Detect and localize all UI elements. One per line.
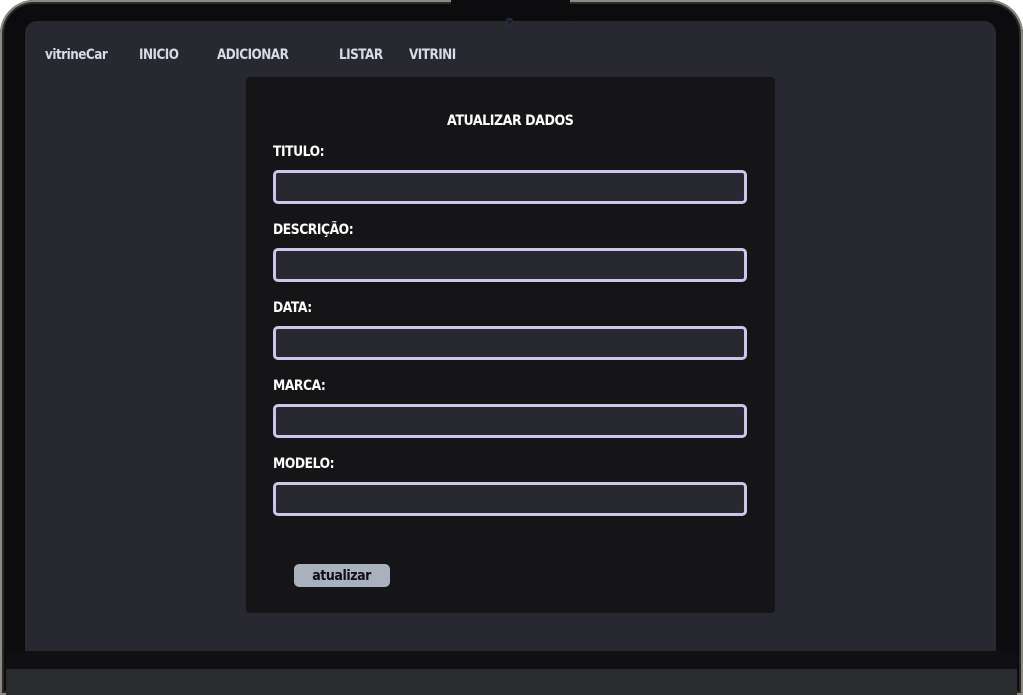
top-navbar: vitrineCar INICIO ADICIONAR LISTAR VITRI…	[25, 47, 625, 67]
descricao-input[interactable]	[273, 248, 747, 282]
update-form-card: ATUALIZAR DADOS TITULO: DESCRIÇÃO: DATA:…	[246, 77, 775, 613]
titulo-input[interactable]	[273, 170, 747, 204]
marca-input[interactable]	[273, 404, 747, 438]
nav-link-listar[interactable]: LISTAR	[339, 47, 383, 63]
nav-link-adicionar[interactable]: ADICIONAR	[217, 47, 289, 63]
data-input[interactable]	[273, 326, 747, 360]
nav-link-inicio[interactable]: INICIO	[139, 47, 179, 63]
laptop-frame: vitrineCar INICIO ADICIONAR LISTAR VITRI…	[0, 0, 1023, 695]
camera-notch	[451, 0, 570, 20]
descricao-label: DESCRIÇÃO:	[273, 222, 354, 238]
atualizar-button-label: atualizar	[312, 567, 372, 584]
form-title: ATUALIZAR DADOS	[246, 113, 775, 129]
brand-logo-link[interactable]: vitrineCar	[45, 47, 108, 63]
webcam-icon	[506, 18, 513, 25]
nav-link-vitrini[interactable]: VITRINI	[409, 47, 456, 63]
form-title-text: ATUALIZAR DADOS	[447, 113, 574, 129]
modelo-input[interactable]	[273, 482, 747, 516]
atualizar-button[interactable]: atualizar	[294, 564, 390, 587]
marca-label: MARCA:	[273, 378, 326, 394]
screen-bottom-bezel	[6, 651, 1017, 669]
laptop-base	[6, 669, 1017, 695]
app-screen: vitrineCar INICIO ADICIONAR LISTAR VITRI…	[25, 21, 996, 651]
modelo-label: MODELO:	[273, 456, 335, 472]
titulo-label: TITULO:	[273, 144, 325, 160]
data-label: DATA:	[273, 300, 312, 316]
